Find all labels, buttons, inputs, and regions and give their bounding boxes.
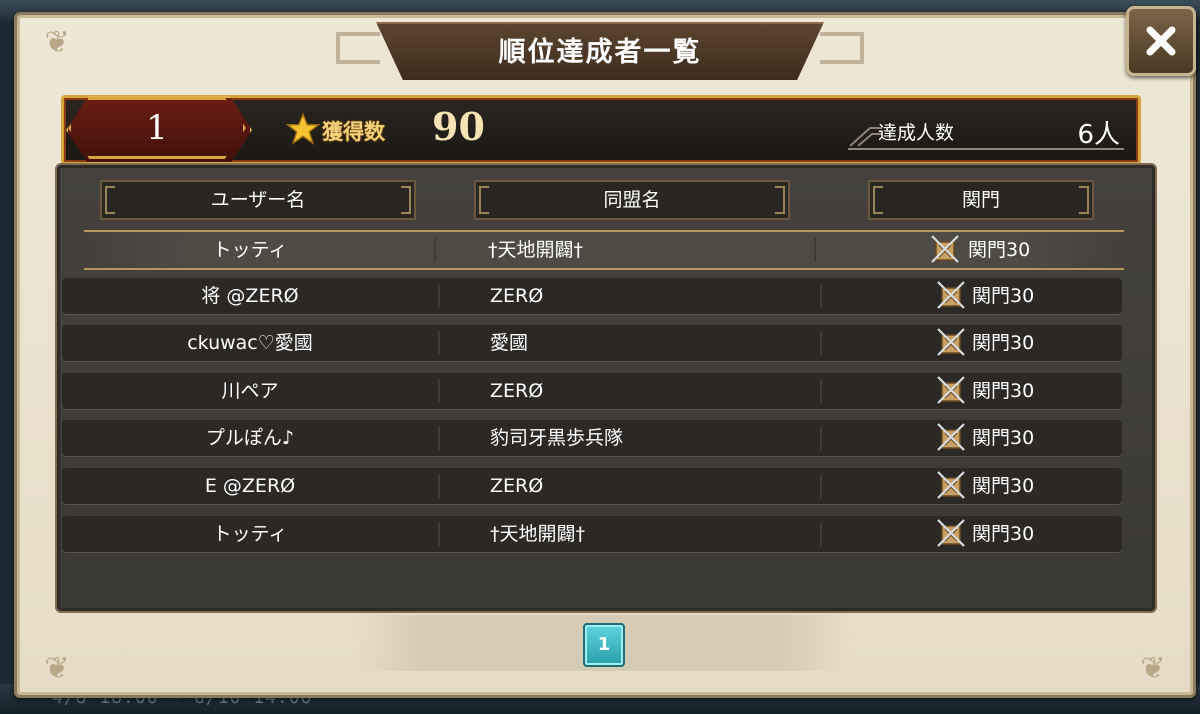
- row-divider: [820, 284, 822, 308]
- table-row[interactable]: ckuwac♡愛國 愛國 関門30: [62, 325, 1122, 361]
- table-row[interactable]: トッティ †天地開闢† 関門30: [62, 516, 1122, 552]
- corner-ornament-icon: ❦: [44, 25, 70, 60]
- row-divider: [438, 331, 440, 355]
- table-row-highlighted[interactable]: トッティ †天地開闢† 関門30: [84, 230, 1124, 270]
- alliance-name: †天地開闢†: [490, 523, 586, 545]
- user-name: 将 @ZERØ: [201, 285, 299, 307]
- column-header-user: ユーザー名: [100, 180, 416, 220]
- alliance-name: †天地開闢†: [488, 239, 584, 261]
- row-divider: [438, 522, 440, 546]
- close-icon: [1146, 26, 1176, 56]
- row-divider: [438, 426, 440, 450]
- user-name: プルぽん♪: [205, 427, 295, 449]
- column-header-gate: 関門: [868, 180, 1094, 220]
- alliance-name: 愛國: [490, 332, 529, 354]
- table-row[interactable]: E @ZERØ ZERØ 関門30: [62, 468, 1122, 504]
- user-name: トッティ: [212, 523, 288, 545]
- user-name: E @ZERØ: [204, 475, 296, 497]
- user-name: ckuwac♡愛國: [187, 332, 313, 354]
- row-divider: [814, 238, 816, 262]
- alliance-name: ZERØ: [490, 380, 544, 402]
- achievers-count: 6人: [1077, 120, 1120, 150]
- dialog-title: 順位達成者一覧: [498, 37, 702, 68]
- star-icon: [286, 112, 320, 145]
- corner-ornament-icon: ❦: [1140, 651, 1166, 686]
- row-divider: [438, 379, 440, 403]
- achievers-label: 達成人数: [878, 122, 955, 144]
- row-divider: [820, 331, 822, 355]
- achievers-info: 達成人数 6人: [848, 112, 1124, 150]
- crossed-swords-gate-icon: [937, 423, 965, 451]
- crossed-swords-gate-icon: [937, 471, 965, 499]
- crossed-swords-gate-icon: [931, 235, 959, 263]
- row-divider: [438, 284, 440, 308]
- alliance-name: 豹司牙黒歩兵隊: [490, 427, 624, 449]
- crossed-swords-gate-icon: [937, 281, 965, 309]
- rank-number: 1: [146, 108, 168, 148]
- page-button[interactable]: 1: [583, 623, 625, 667]
- gate-value: 関門30: [972, 475, 1035, 497]
- row-divider: [820, 474, 822, 498]
- row-divider: [820, 522, 822, 546]
- score-value: 90: [432, 104, 485, 149]
- row-divider: [820, 379, 822, 403]
- user-name: トッティ: [212, 239, 288, 261]
- gate-value: 関門30: [972, 523, 1035, 545]
- gate-value: 関門30: [968, 239, 1031, 261]
- gate-value: 関門30: [972, 380, 1035, 402]
- crossed-swords-gate-icon: [937, 376, 965, 404]
- user-name: 川ペア: [221, 380, 279, 402]
- dialog-panel: ❦ ❦ ❦ ❦ 1 獲得数 90 達成人数 6人 ユーザー名 同盟名 関門 トッ…: [14, 12, 1196, 698]
- crossed-swords-gate-icon: [937, 519, 965, 547]
- score-label: 獲得数: [322, 120, 385, 144]
- alliance-name: ZERØ: [490, 475, 544, 497]
- pagination-bar: 1: [355, 615, 851, 671]
- row-divider: [438, 474, 440, 498]
- rank-summary-bar: 1 獲得数 90 達成人数 6人: [61, 95, 1141, 165]
- title-banner: 順位達成者一覧: [336, 8, 864, 82]
- row-divider: [820, 426, 822, 450]
- table-row[interactable]: 将 @ZERØ ZERØ 関門30: [62, 278, 1122, 314]
- gate-value: 関門30: [972, 332, 1035, 354]
- row-divider: [434, 238, 436, 262]
- achievers-list[interactable]: ユーザー名 同盟名 関門 トッティ †天地開闢† 関門30 将 @ZERØ ZE…: [57, 165, 1155, 611]
- table-row[interactable]: 川ペア ZERØ 関門30: [62, 373, 1122, 409]
- gate-value: 関門30: [972, 427, 1035, 449]
- table-row[interactable]: プルぽん♪ 豹司牙黒歩兵隊 関門30: [62, 420, 1122, 456]
- column-header-alliance: 同盟名: [474, 180, 790, 220]
- alliance-name: ZERØ: [490, 285, 544, 307]
- close-button[interactable]: [1126, 6, 1196, 76]
- gate-value: 関門30: [972, 285, 1035, 307]
- corner-ornament-icon: ❦: [44, 651, 70, 686]
- crossed-swords-gate-icon: [937, 328, 965, 356]
- ornament-icon: [849, 127, 882, 147]
